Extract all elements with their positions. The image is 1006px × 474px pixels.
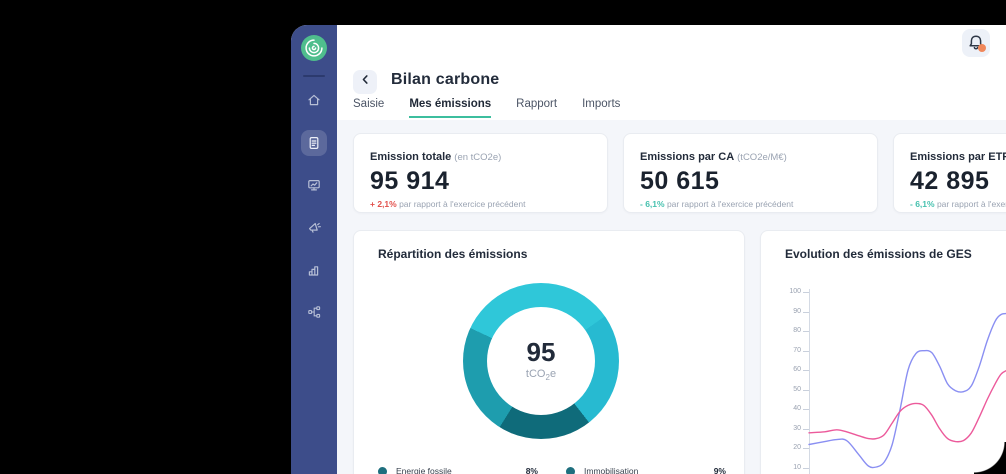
card-value: 50 615 <box>640 167 861 196</box>
bell-icon <box>962 29 990 57</box>
y-tick-label: 50 <box>761 385 801 395</box>
home-icon <box>306 92 322 108</box>
app-window: Bilan carbone Saisie Mes émissions Rapport… <box>291 25 1006 474</box>
summary-card: Emissions par CA(tCO2e/M€) 50 615 - 6,1% p… <box>623 133 878 213</box>
summary-cards-row: Emission totale(en tCO2e) 95 914 + 2,1% pa… <box>353 133 1006 213</box>
donut-chart-title: Répartition des émissions <box>378 247 527 261</box>
card-unit: (tCO2e/M€) <box>737 152 787 163</box>
summary-card: Emissions par ETP(tCO2e/ETP)42 895- 6,1%… <box>893 133 1006 213</box>
y-tick-label: 80 <box>761 326 801 336</box>
monitor-icon <box>306 177 322 193</box>
legend-item: Energie fossile8% <box>378 459 538 474</box>
legend-label: Immobilisation <box>584 466 714 474</box>
sidebar-item-dashboard[interactable] <box>301 172 327 198</box>
y-tick-label: 10 <box>761 463 801 473</box>
screenshot-frame: Bilan carbone Saisie Mes émissions Rapport… <box>0 0 1006 474</box>
sidebar-divider <box>303 75 325 77</box>
y-axis-line <box>809 289 810 474</box>
legend-dot <box>378 467 387 474</box>
card-delta: - 6,1% <box>910 199 935 209</box>
frame-rounded-corner <box>974 442 1006 474</box>
megaphone-icon <box>306 219 322 235</box>
donut-chart: 95 tCO2e <box>463 283 619 439</box>
sidebar <box>291 25 337 474</box>
sidebar-item-organisation[interactable] <box>301 299 327 325</box>
sidebar-item-announcements[interactable] <box>301 214 327 240</box>
tab-rapport[interactable]: Rapport <box>516 98 557 118</box>
card-note-text: par rapport à l'exercice précédent <box>667 199 793 209</box>
tab-saisie[interactable]: Saisie <box>353 98 384 118</box>
hierarchy-icon <box>306 304 322 320</box>
card-note: + 2,1% par rapport à l'exercice précéden… <box>370 199 591 209</box>
donut-chart-card: Répartition des émissions 95 tCO2e Energ… <box>353 230 745 474</box>
donut-center-unit: tCO2e <box>526 368 556 382</box>
y-tick-label: 30 <box>761 424 801 434</box>
y-tick-label: 100 <box>761 287 801 297</box>
line-series-serie-2 <box>809 370 1006 442</box>
card-note-text: par rapport à l'exercice précédent <box>399 199 525 209</box>
card-note: - 6,1% par rapport à l'exercice précéden… <box>910 199 1006 209</box>
y-tick-label: 90 <box>761 307 801 317</box>
line-chart-title: Evolution des émissions de GES <box>785 247 972 261</box>
card-title: Emission totale <box>370 151 451 163</box>
bar-chart-icon <box>306 262 322 278</box>
y-tick-label: 40 <box>761 404 801 414</box>
legend-value: 8% <box>526 466 538 474</box>
donut-center: 95 tCO2e <box>487 307 595 415</box>
card-value: 42 895 <box>910 167 1006 196</box>
line-chart-card: Evolution des émissions de GES 100 90 80 70… <box>760 230 1006 474</box>
summary-card: Emission totale(en tCO2e) 95 914 + 2,1% pa… <box>353 133 608 213</box>
card-delta: + 2,1% <box>370 199 397 209</box>
y-tick-label: 20 <box>761 443 801 453</box>
chevron-left-icon <box>358 72 373 92</box>
card-title: Emissions par ETP <box>910 151 1006 163</box>
main-content: Emission totale(en tCO2e) 95 914 + 2,1% pa… <box>337 120 1006 474</box>
legend-item: Immobilisation9% <box>566 459 726 474</box>
donut-legend: Energie fossile8%Immobilisation9%Électri… <box>378 459 726 474</box>
card-note: - 6,1% par rapport à l'exercice précéden… <box>640 199 861 209</box>
notifications-button[interactable] <box>962 29 990 57</box>
legend-dot <box>566 467 575 474</box>
card-note-text: par rapport à l'exercice précédent <box>937 199 1006 209</box>
sidebar-item-documents[interactable] <box>301 130 327 156</box>
tab-bar: Saisie Mes émissions Rapport Imports <box>353 98 620 118</box>
donut-center-value: 95 <box>527 339 556 365</box>
tab-imports[interactable]: Imports <box>582 98 620 118</box>
logo-swirl-icon <box>300 34 328 62</box>
notification-dot <box>978 44 986 52</box>
document-icon <box>306 135 322 151</box>
card-value: 95 914 <box>370 167 591 196</box>
page-header: Bilan carbone Saisie Mes émissions Rapport… <box>337 62 1006 120</box>
page-title: Bilan carbone <box>391 71 499 89</box>
card-title: Emissions par CA <box>640 151 734 163</box>
legend-value: 9% <box>714 466 726 474</box>
tab-mes-émissions[interactable]: Mes émissions <box>409 98 491 118</box>
y-tick-label: 60 <box>761 365 801 375</box>
back-button[interactable] <box>353 70 377 94</box>
legend-label: Energie fossile <box>396 466 526 474</box>
sidebar-item-analytics[interactable] <box>301 257 327 283</box>
card-delta: - 6,1% <box>640 199 665 209</box>
sidebar-item-home[interactable] <box>301 87 327 113</box>
topbar <box>337 25 1006 63</box>
y-tick-label: 70 <box>761 346 801 356</box>
card-unit: (en tCO2e) <box>454 152 501 163</box>
